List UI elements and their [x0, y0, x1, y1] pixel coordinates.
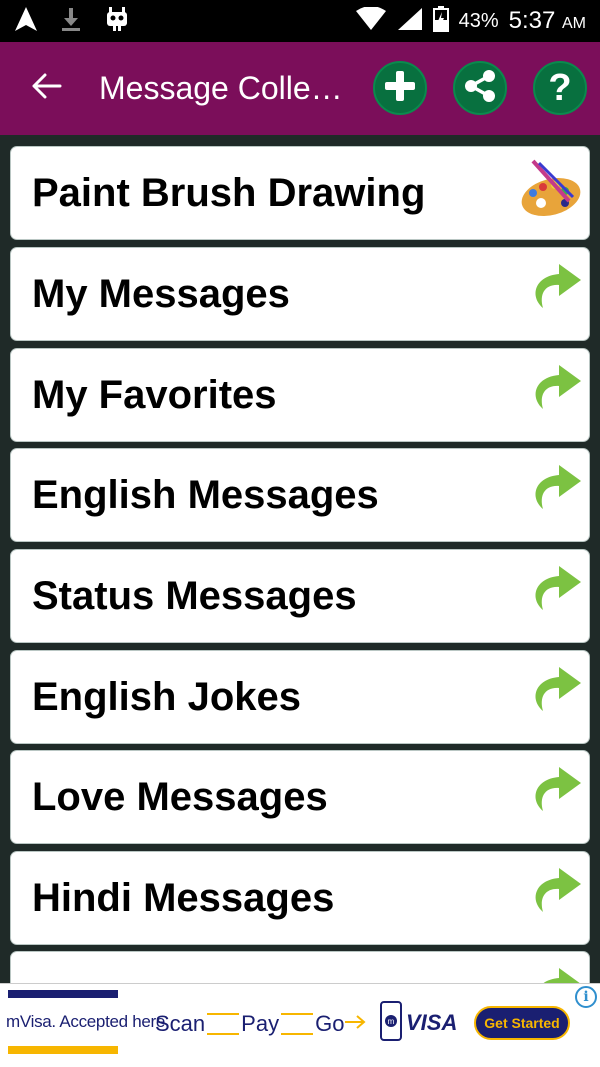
clock: 5:37 AM: [509, 7, 586, 35]
get-started-label: Get Started: [484, 1015, 560, 1031]
battery-percent: 43%: [458, 9, 499, 32]
green-arrow-icon: [519, 661, 583, 725]
download-icon: [60, 6, 82, 37]
ad-flow: Scan Pay Go: [155, 1004, 366, 1044]
status-bar: 43% 5:37 AM: [0, 0, 600, 42]
list-item-love-messages[interactable]: Love Messages: [10, 750, 590, 844]
ad-visa-logo: m VISA: [380, 1000, 464, 1046]
plus-icon: [383, 69, 417, 108]
phone-icon: m: [380, 1000, 402, 1046]
list-item-hindi-messages[interactable]: Hindi Messages: [10, 851, 590, 945]
clock-ampm: AM: [562, 15, 586, 32]
list-item-label: English Messages: [32, 472, 379, 517]
svg-text:m: m: [388, 1017, 395, 1026]
list-item-my-messages[interactable]: My Messages: [10, 247, 590, 341]
page-title: Message Colle…: [99, 70, 343, 106]
list-item-label: Love Messages: [32, 774, 328, 819]
app-bar: Message Colle… ?: [0, 42, 600, 135]
add-button[interactable]: [373, 61, 427, 115]
list-item-english-messages[interactable]: English Messages: [10, 448, 590, 542]
ad-stripe-blue: [8, 990, 118, 998]
clock-time: 5:37: [508, 7, 556, 34]
navigation-icon: [14, 6, 38, 37]
ad-brand: VISA: [406, 1010, 458, 1035]
robot-icon: [104, 6, 130, 37]
menu-list[interactable]: Paint Brush Drawing My Messages My Favor…: [0, 135, 600, 983]
green-arrow-icon: [519, 761, 583, 825]
signal-icon: [397, 7, 423, 36]
green-arrow-icon: [519, 258, 583, 322]
ad-tagline: mVisa. Accepted here.: [6, 1012, 170, 1031]
wifi-icon: [355, 5, 387, 36]
ad-flow-go: Go: [315, 1011, 345, 1036]
green-arrow-icon: [519, 459, 583, 523]
green-arrow-icon: [519, 359, 583, 423]
ad-flow-connector: [207, 1013, 240, 1035]
green-arrow-icon: [519, 962, 583, 983]
green-arrow-icon: [519, 560, 583, 624]
list-item-paint-brush-drawing[interactable]: Paint Brush Drawing: [10, 146, 590, 240]
help-button[interactable]: ?: [533, 61, 587, 115]
back-button[interactable]: [17, 59, 77, 119]
help-icon: ?: [548, 67, 572, 109]
arrow-right-icon: [344, 1014, 366, 1034]
ad-banner[interactable]: mVisa. Accepted here. Scan Pay Go m VISA…: [0, 983, 600, 1067]
green-arrow-icon: [519, 862, 583, 926]
list-item-label: Hindi Messages: [32, 875, 335, 920]
back-arrow-icon: [32, 73, 62, 104]
share-icon: [462, 68, 498, 109]
ad-flow-connector: [281, 1013, 314, 1035]
list-item-label: Status Messages: [32, 573, 357, 618]
list-item-label: Paint Brush Drawing: [32, 170, 426, 215]
ad-stripe-gold: [8, 1046, 118, 1054]
list-item-label: My Favorites: [32, 372, 277, 417]
list-item-partial[interactable]: [10, 951, 590, 983]
share-button[interactable]: [453, 61, 507, 115]
paint-palette-icon: [519, 157, 583, 221]
battery-icon: [432, 5, 449, 37]
ad-info-icon[interactable]: i: [575, 986, 597, 1008]
list-item-label: English Jokes: [32, 674, 301, 719]
list-item-my-favorites[interactable]: My Favorites: [10, 348, 590, 442]
get-started-button[interactable]: Get Started: [474, 1006, 570, 1040]
list-item-status-messages[interactable]: Status Messages: [10, 549, 590, 643]
list-item-english-jokes[interactable]: English Jokes: [10, 650, 590, 744]
ad-flow-pay: Pay: [241, 1011, 280, 1036]
list-item-label: My Messages: [32, 271, 290, 316]
ad-flow-scan: Scan: [155, 1011, 206, 1036]
